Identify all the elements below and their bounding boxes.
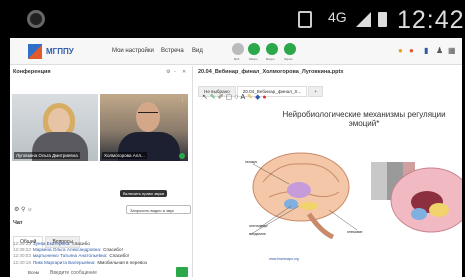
university-logo-icon — [28, 44, 42, 59]
pen-icon[interactable]: ✎ — [210, 94, 218, 101]
clear-icon[interactable]: ● — [262, 94, 268, 101]
people-icon[interactable]: ♟ — [436, 46, 443, 55]
video-menu-icon[interactable]: ⋮ — [180, 97, 185, 103]
battery-icon — [378, 12, 387, 27]
marker-icon[interactable]: ✐ — [218, 94, 226, 101]
presentation-tabs: Не выбрано 20.04_Вебинар_финал_Х... + — [198, 80, 324, 97]
webinar-app: МГППУ Мои настройки Встреча Вид Веб Микр… — [10, 38, 462, 277]
conference-tools[interactable]: ⚙ ⚲ ☼ — [14, 206, 33, 213]
microphone-caption: Микро — [249, 57, 258, 61]
presentation-title: 20.04_Вебинар_финал_Холмогорова_Луговкин… — [198, 69, 344, 75]
presentation-panel: 20.04_Вебинар_финал_Холмогорова_Луговкин… — [194, 66, 462, 277]
tooltip: Включить право звука — [120, 190, 168, 197]
chat-recipient-area: Всем — [10, 270, 46, 277]
settings-icon[interactable]: ⚙ — [166, 69, 170, 75]
camera-icon — [27, 10, 45, 28]
logo-text: МГППУ — [46, 47, 74, 56]
video-caption: Видео — [266, 57, 275, 61]
participant-face — [136, 102, 160, 132]
participant-glasses — [138, 112, 158, 116]
brain-illustration — [250, 152, 462, 240]
status-bar: 4G 12:42 — [0, 0, 465, 38]
video-name-1: Луговкина Ольга Дмитриевна — [14, 152, 80, 159]
conference-title: Конференция — [13, 69, 51, 75]
screen-caption: Экран — [284, 57, 293, 61]
webcam-caption: Веб — [234, 57, 240, 61]
label-amygdala: миндалина — [249, 232, 266, 236]
request-video-button[interactable]: Запросить видео и звук — [126, 205, 191, 214]
send-button[interactable] — [176, 267, 188, 277]
participant-face — [48, 108, 70, 134]
video-name-2: Холмогорова Алл... — [102, 152, 147, 159]
chat-title: Чат — [13, 220, 23, 226]
menu-my-settings[interactable]: Мои настройки — [112, 48, 154, 54]
emoji-icon[interactable]: ● — [409, 46, 414, 55]
label-hypothalamus: гипоталамус — [249, 224, 268, 228]
close-icon[interactable]: ✕ — [182, 69, 186, 75]
signal-icon — [356, 12, 371, 27]
phone-screen: 4G 12:42 МГППУ Мои настройки Встреча Вид… — [0, 0, 465, 277]
menu-view[interactable]: Вид — [192, 48, 203, 54]
slide: Нейробиологические механизмы регуляции э… — [239, 102, 462, 277]
pointer-icon[interactable]: ↖ — [202, 94, 210, 101]
video-icon[interactable] — [266, 43, 278, 55]
raise-hand-icon[interactable]: ● — [398, 46, 403, 55]
conference-panel: Конференция ⚙ ▫ ✕ Луговкина Ольга Дмитри… — [10, 66, 193, 277]
label-thalamus: таламус — [245, 160, 258, 164]
status-clock: 12:42 — [397, 6, 465, 34]
mic-active-icon — [179, 153, 185, 159]
label-hippocampus: гиппокамп — [347, 230, 363, 234]
chat-recipient-select[interactable]: Всем — [28, 270, 39, 275]
webcam-icon[interactable] — [232, 43, 244, 55]
vibrate-icon — [298, 11, 312, 28]
minimize-icon[interactable]: ▫ — [174, 69, 176, 75]
stats-icon[interactable]: ▮ — [424, 46, 428, 55]
top-toolbar: МГППУ Мои настройки Встреча Вид Веб Микр… — [10, 38, 462, 65]
rectangle-icon[interactable]: ▢ — [226, 94, 235, 101]
conference-header: Конференция ⚙ ▫ ✕ — [10, 66, 193, 78]
microphone-icon[interactable] — [248, 43, 260, 55]
menu-meeting[interactable]: Встреча — [161, 48, 184, 54]
video-tile-2[interactable]: ⋮ Холмогорова Алл... — [100, 94, 188, 161]
chat-tabs: Общий Вопросы — [13, 230, 82, 248]
slide-source-link[interactable]: www.brainmaps.org — [269, 257, 299, 261]
drawing-toolbar: ↖✎✐▢○A✎◆● — [202, 93, 269, 101]
chat-messages: 12:39:23 Зуева Екатерина: спасибо 12:39:23… — [13, 241, 191, 269]
video-tile-1[interactable]: Луговкина Ольга Дмитриевна — [12, 94, 98, 161]
add-tab-button[interactable]: + — [308, 86, 324, 97]
chat-message: 12:40:16 Пикк Маргарита Валерьевна: Ммобил… — [13, 259, 147, 265]
screen-share-icon[interactable] — [284, 43, 296, 55]
highlighter-icon[interactable]: ✎ — [247, 94, 255, 101]
network-type: 4G — [328, 9, 347, 25]
grid-icon[interactable]: ▦ — [448, 46, 456, 55]
